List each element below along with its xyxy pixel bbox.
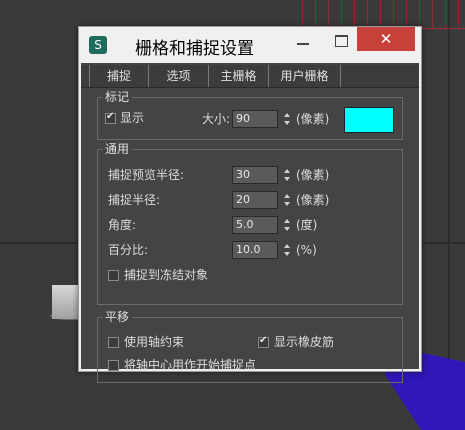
translation-group: 平移 使用轴约束 显示橡皮筋 将轴中心用作开始捕捉点 xyxy=(97,309,403,383)
markers-group-title: 标记 xyxy=(102,89,133,105)
marker-size-input[interactable]: 90 xyxy=(232,110,278,128)
viewport-red-grid xyxy=(290,0,465,29)
grid-snap-settings-dialog: S 栅格和捕捉设置 ✕ 捕捉 选项 主栅格 用户栅格 标记 显示 大小: 90 … xyxy=(78,26,422,383)
angle-input[interactable]: 5.0 xyxy=(232,216,278,234)
display-rubber-band-checkbox[interactable] xyxy=(258,335,269,348)
tab-snaps[interactable]: 捕捉 xyxy=(89,65,149,87)
use-axis-constraints-checkbox[interactable] xyxy=(108,337,119,348)
use-axis-constraints-label: 使用轴约束 xyxy=(124,335,185,349)
pivot-start-snap-checkbox[interactable] xyxy=(108,360,119,371)
percent-input[interactable]: 10.0 xyxy=(232,241,278,259)
snap-radius-spinner[interactable] xyxy=(282,191,292,209)
snap-preview-radius-spinner[interactable] xyxy=(282,166,292,184)
tab-options[interactable]: 选项 xyxy=(149,65,209,87)
show-markers-checkbox[interactable] xyxy=(105,111,116,124)
percent-spinner[interactable] xyxy=(282,241,292,259)
percent-label: 百分比: xyxy=(108,243,149,257)
show-markers-label: 显示 xyxy=(120,111,145,125)
marker-size-unit: (像素) xyxy=(296,112,330,126)
angle-spinner[interactable] xyxy=(282,216,292,234)
title-bar[interactable]: S 栅格和捕捉设置 ✕ xyxy=(79,27,421,63)
snap-radius-unit: (像素) xyxy=(296,193,330,207)
marker-color-swatch[interactable] xyxy=(344,107,394,133)
snap-to-frozen-checkbox[interactable] xyxy=(108,270,119,281)
translation-group-title: 平移 xyxy=(102,309,133,325)
tab-bar: 捕捉 选项 主栅格 用户栅格 xyxy=(81,65,419,88)
angle-unit: (度) xyxy=(296,218,318,232)
dialog-client-area: 捕捉 选项 主栅格 用户栅格 标记 显示 大小: 90 (像素) 通用 捕捉预览… xyxy=(81,63,419,383)
snap-radius-input[interactable]: 20 xyxy=(232,191,278,209)
tab-home-grid[interactable]: 主栅格 xyxy=(209,65,269,87)
general-group-title: 通用 xyxy=(102,141,133,157)
general-group: 通用 捕捉预览半径: 30 (像素) 捕捉半径: 20 (像素) 角度: 5.0… xyxy=(97,141,403,305)
dialog-title: 栅格和捕捉设置 xyxy=(135,39,254,59)
marker-size-spinner[interactable] xyxy=(282,110,292,128)
close-button[interactable]: ✕ xyxy=(357,27,415,51)
marker-size-label: 大小: xyxy=(202,112,231,126)
snap-preview-radius-unit: (像素) xyxy=(296,168,330,182)
maximize-button[interactable] xyxy=(327,27,355,51)
percent-unit: (%) xyxy=(296,243,317,257)
minimize-button[interactable] xyxy=(289,27,317,51)
snap-preview-radius-label: 捕捉预览半径: xyxy=(108,168,185,182)
snap-preview-radius-input[interactable]: 30 xyxy=(232,166,278,184)
snap-to-frozen-label: 捕捉到冻结对象 xyxy=(124,268,209,282)
display-rubber-band-label: 显示橡皮筋 xyxy=(274,335,335,349)
pivot-start-snap-label: 将轴中心用作开始捕捉点 xyxy=(124,358,257,372)
angle-label: 角度: xyxy=(108,218,137,232)
snap-radius-label: 捕捉半径: xyxy=(108,193,161,207)
app-3ds-icon: S xyxy=(89,36,107,54)
viewport-grey-object xyxy=(52,285,78,319)
tab-user-grids[interactable]: 用户栅格 xyxy=(269,65,341,87)
markers-group: 标记 显示 大小: 90 (像素) xyxy=(97,89,403,140)
